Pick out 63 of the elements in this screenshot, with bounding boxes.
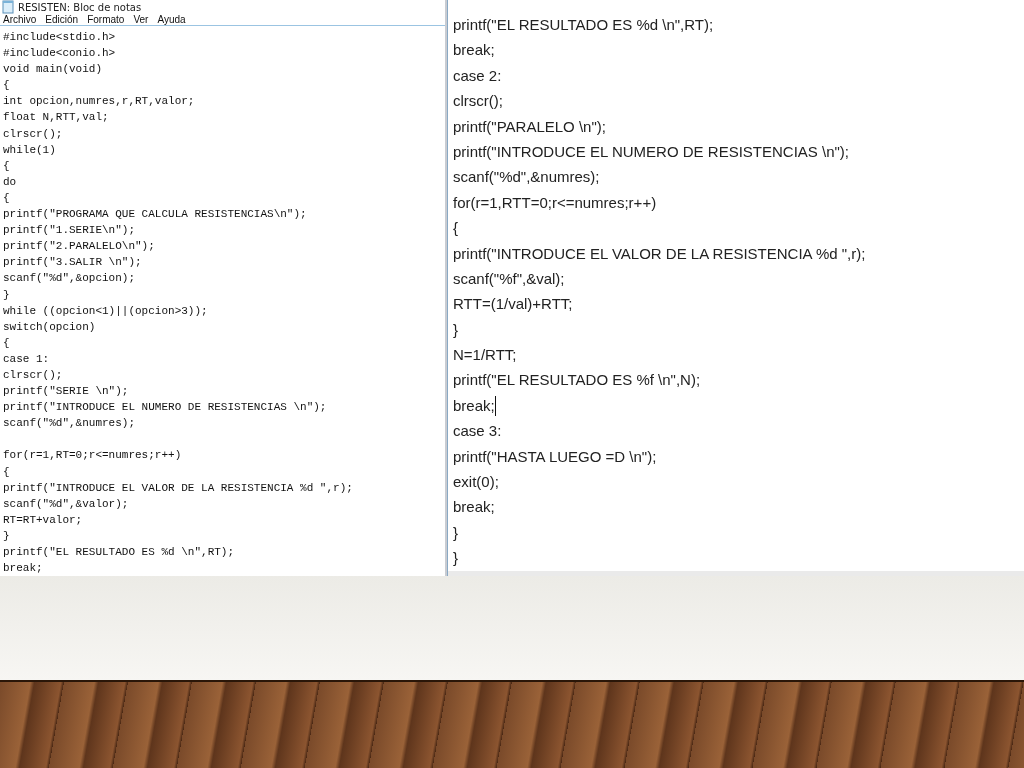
code-line: scanf("%f",&val);	[453, 268, 565, 289]
menu-item[interactable]: Archivo	[3, 14, 37, 25]
code-line: {	[3, 78, 11, 94]
code-line: printf("INTRODUCE EL NUMERO DE RESISTENCIAS \n");	[3, 400, 328, 416]
code-line: printf("1.SERIE\n");	[3, 223, 137, 239]
code-line: break;	[453, 497, 495, 518]
code-line: {	[453, 218, 458, 239]
code-line: clrscr();	[453, 91, 503, 112]
code-line: {	[3, 158, 11, 174]
code-line: #include<stdio.h>	[3, 30, 117, 45]
code-line: {	[3, 464, 11, 480]
code-line: for(r=1,RT=0;r<=numres;r++)	[3, 448, 183, 464]
code-line: break;	[453, 40, 495, 61]
code-line: break;	[3, 561, 44, 577]
code-line: printf("EL RESULTADO ES %d \n",RT);	[453, 15, 714, 35]
code-line: printf("HASTA LUEGO =D \n");	[453, 446, 657, 467]
code-line: switch(opcion)	[3, 319, 97, 335]
code-line: clrscr();	[3, 367, 64, 383]
code-line: for(r=1,RTT=0;r<=numres;r++)	[453, 192, 657, 213]
code-line: printf("EL RESULTADO ES %d \n",RT);	[3, 545, 236, 560]
code-line: }	[3, 287, 11, 303]
code-line: case 3:	[453, 421, 502, 442]
code-line: printf("SERIE \n");	[3, 384, 130, 400]
code-line: #include<conio.h>	[3, 46, 117, 62]
code-line: {	[3, 190, 11, 206]
code-line: while(1)	[3, 142, 57, 158]
code-line: printf("EL RESULTADO ES %f \n",N);	[453, 370, 701, 391]
code-line: printf("PROGRAMA QUE CALCULA RESISTENCIAS\n");	[3, 207, 308, 223]
code-line: scanf("%d",&numres);	[453, 167, 600, 188]
code-line: printf("2.PARALELO\n");	[3, 239, 156, 255]
code-line: printf("PARALELO \n");	[453, 116, 606, 137]
menu-item[interactable]: Ver	[133, 14, 149, 25]
code-line: while ((opcion<1)||(opcion>3));	[3, 303, 209, 319]
code-line: RT=RT+valor;	[3, 512, 84, 528]
code-line: }	[453, 319, 458, 340]
code-line: printf("3.SALIR \n");	[3, 255, 143, 271]
menu-item[interactable]: Ayuda	[157, 14, 186, 25]
code-line: int opcion,numres,r,RT,valor;	[3, 94, 196, 110]
code-line: case 2:	[453, 65, 502, 86]
code-line: N=1/RTT;	[453, 345, 517, 366]
code-line: break;	[453, 395, 495, 416]
code-line: scanf("%d",&valor);	[3, 496, 130, 512]
code-line: scanf("%d",&opcion);	[3, 271, 137, 287]
code-line: case 1:	[3, 351, 51, 367]
code-line: }	[3, 528, 11, 544]
code-line: do	[3, 174, 18, 190]
code-line: float N,RTT,val;	[3, 110, 110, 126]
code-line: printf("INTRODUCE EL VALOR DE LA RESISTENCIA %d ",r);	[3, 480, 354, 496]
menu-item[interactable]: Edición	[45, 14, 79, 25]
notepad-icon	[2, 0, 14, 14]
code-line: clrscr();	[3, 126, 64, 142]
code-line: scanf("%d",&numres);	[3, 416, 137, 432]
code-line: }	[453, 522, 458, 543]
code-line: }	[453, 548, 458, 569]
code-line: exit(0);	[453, 472, 499, 493]
code-line: printf("INTRODUCE EL NUMERO DE RESISTENCIAS \n");	[453, 141, 849, 162]
code-line: void main(void)	[3, 62, 104, 78]
window-title: RESISTEN: Bloc de notas	[18, 1, 142, 13]
code-line: {	[3, 335, 11, 351]
menu-item[interactable]: Formato	[87, 14, 125, 25]
scrollbar[interactable]	[448, 570, 1024, 576]
code-line: RTT=(1/val)+RTT;	[453, 294, 573, 315]
code-line: printf("INTRODUCE EL VALOR DE LA RESISTENCIA %d ",r);	[453, 243, 866, 264]
